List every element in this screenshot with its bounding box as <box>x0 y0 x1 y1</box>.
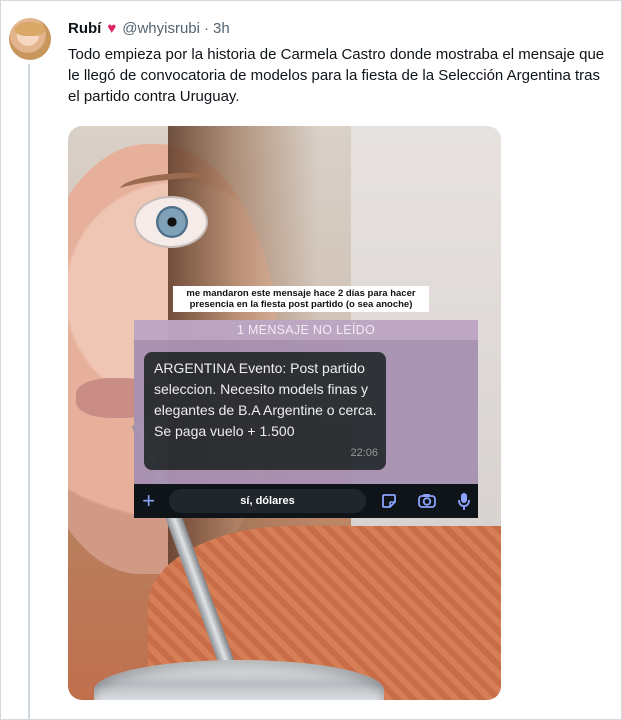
unread-banner: 1 MENSAJE NO LEÍDO <box>134 320 478 340</box>
separator: · <box>203 19 209 37</box>
heart-icon: ♥ <box>107 19 117 37</box>
author-handle[interactable]: @whyisrubi <box>122 20 200 37</box>
iris-illustration <box>156 206 188 238</box>
avatar[interactable] <box>9 18 51 60</box>
plus-icon[interactable]: + <box>134 484 163 518</box>
eye-illustration <box>134 196 208 248</box>
message-time: 22:06 <box>350 447 378 459</box>
thread-line <box>28 64 30 720</box>
message-text: ARGENTINA Evento: Post partido seleccion… <box>154 360 377 439</box>
microphone-icon[interactable] <box>451 487 478 515</box>
tweet-time[interactable]: 3h <box>213 20 230 37</box>
tweet-header: Rubí ♥ @whyisrubi · 3h <box>68 17 230 39</box>
camera-icon[interactable] <box>413 487 440 515</box>
sticker-icon[interactable] <box>376 487 403 515</box>
author-name[interactable]: Rubí <box>68 20 101 37</box>
reply-input[interactable]: sí, dólares <box>169 489 366 513</box>
chat-input-bar: + sí, dólares <box>134 484 478 518</box>
tweet-media[interactable]: me mandaron este mensaje hace 2 días par… <box>68 126 501 700</box>
tweet-text: Todo empieza por la historia de Carmela … <box>68 46 605 105</box>
message-bubble: ARGENTINA Evento: Post partido seleccion… <box>144 352 386 470</box>
story-caption: me mandaron este mensaje hace 2 días par… <box>173 286 429 312</box>
